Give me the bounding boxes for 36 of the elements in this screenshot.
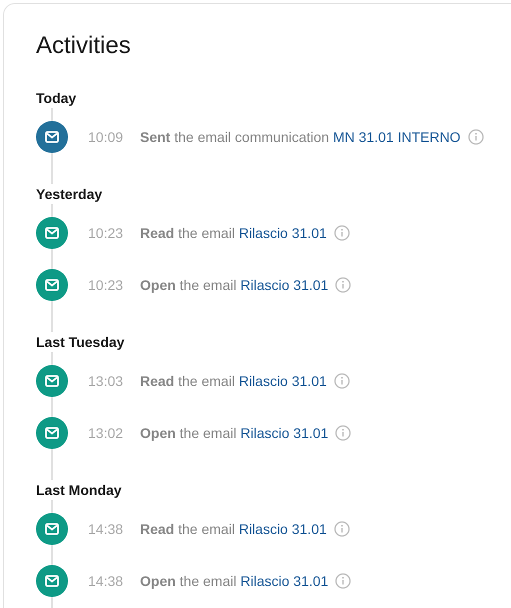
email-link[interactable]: Rilascio 31.01: [238, 372, 327, 388]
event-description: Read the email Rilascio 31.01: [140, 224, 327, 242]
info-icon[interactable]: [335, 573, 352, 589]
event-description: Read the email Rilascio 31.01: [140, 372, 327, 390]
envelope-icon: [45, 375, 59, 387]
event-time: 10:23: [88, 224, 124, 242]
event-description: Sent the email communication MN 31.01 INTERNO: [140, 128, 461, 146]
email-link[interactable]: MN 31.01 INTERNO: [332, 128, 461, 144]
envelope-icon: [45, 523, 59, 535]
info-icon[interactable]: [335, 425, 352, 441]
envelope-icon: [45, 227, 59, 239]
event-time: 13:02: [88, 424, 124, 442]
event-description: Open the email Rilascio 31.01: [140, 424, 328, 443]
event-time: 10:09: [88, 128, 124, 146]
event-description: Read the email Rilascio 31.01: [140, 520, 327, 538]
info-icon[interactable]: [334, 373, 350, 389]
envelope-icon: [45, 575, 59, 587]
event-time: 14:38: [88, 572, 124, 590]
info-icon[interactable]: [334, 225, 350, 241]
envelope-icon: [45, 279, 59, 291]
event-description: Open the email Rilascio 31.01: [140, 572, 328, 591]
email-link[interactable]: Rilascio 31.01: [240, 572, 328, 588]
envelope-icon: [45, 427, 59, 439]
email-link[interactable]: Rilascio 31.01: [238, 224, 327, 240]
panel-title: Activities: [36, 31, 131, 61]
info-icon[interactable]: [468, 129, 484, 145]
email-link[interactable]: Rilascio 31.01: [238, 520, 327, 536]
event-time: 13:03: [88, 372, 124, 390]
event-time: 10:23: [88, 276, 124, 294]
email-link[interactable]: Rilascio 31.01: [240, 424, 328, 440]
info-icon[interactable]: [334, 521, 350, 537]
event-description: Open the email Rilascio 31.01: [140, 276, 328, 295]
info-icon[interactable]: [335, 277, 352, 293]
email-link[interactable]: Rilascio 31.01: [240, 276, 328, 292]
envelope-icon: [45, 131, 59, 143]
event-time: 14:38: [88, 520, 124, 538]
